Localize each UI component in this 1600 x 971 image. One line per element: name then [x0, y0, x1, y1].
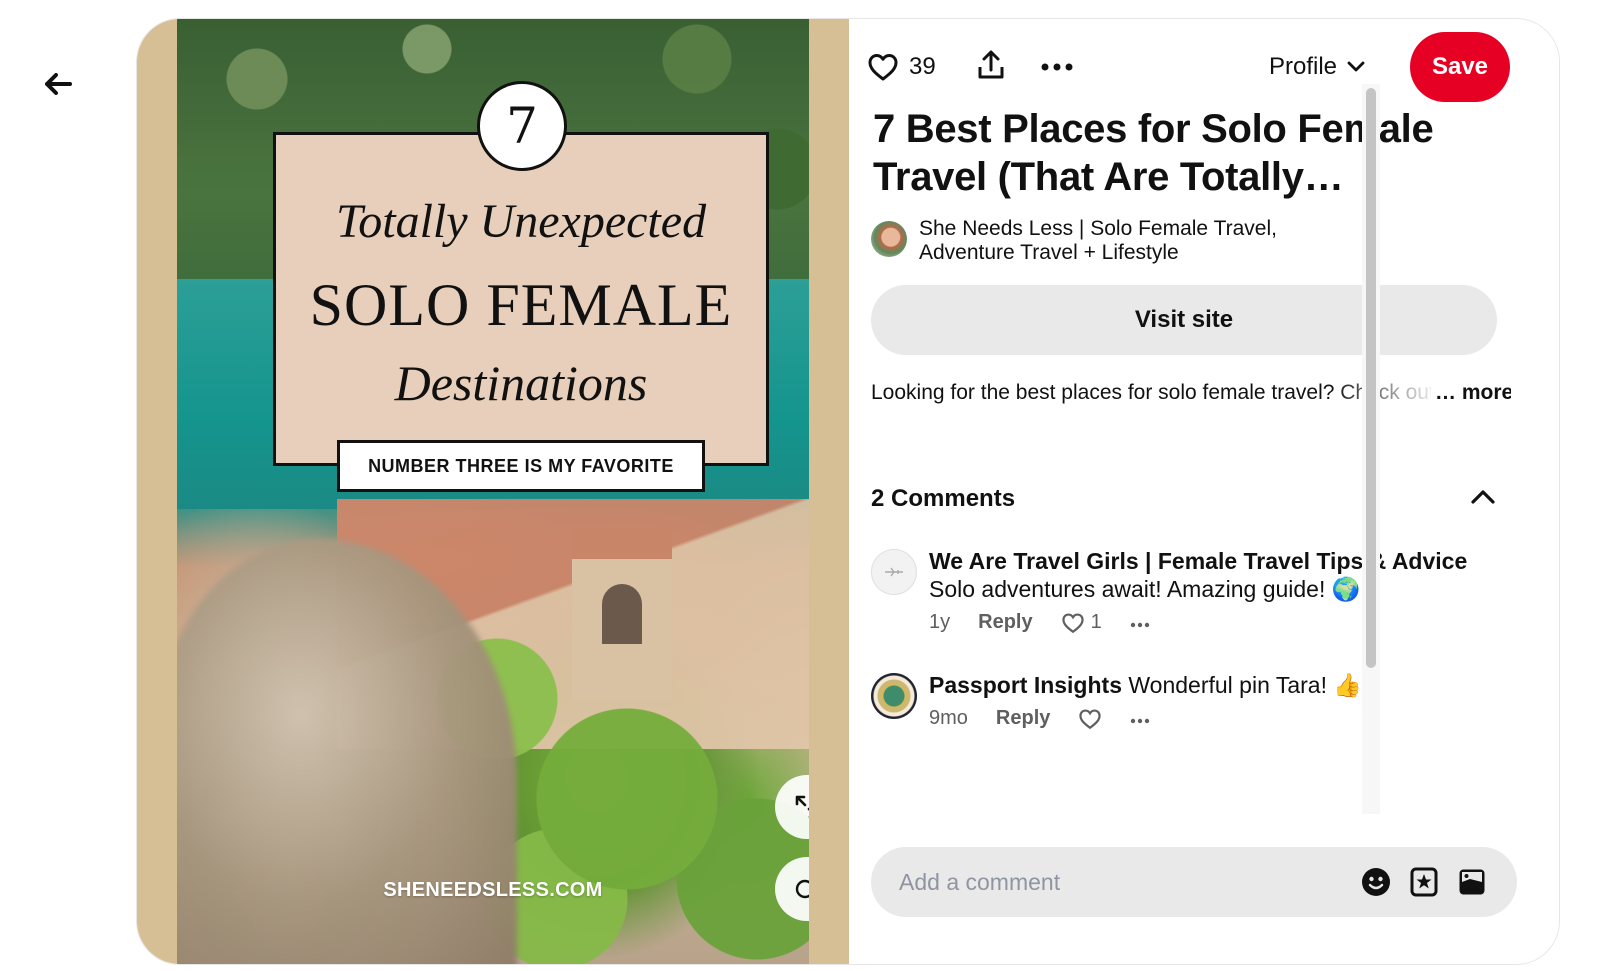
board-profile-dropdown[interactable]: Profile — [1269, 49, 1365, 85]
pin-graphic-line2: SOLO FEMALE — [309, 272, 733, 338]
share-upload-icon — [978, 50, 1004, 79]
heart-outline-icon — [868, 54, 898, 81]
chevron-down-icon — [1347, 61, 1365, 72]
image-button[interactable] — [1455, 865, 1489, 899]
comment-input[interactable] — [899, 868, 1345, 896]
sticker-button[interactable] — [1407, 865, 1441, 899]
details-scroll-area: 7 Best Places for Solo Female Travel (Th… — [849, 99, 1529, 849]
share-button[interactable] — [973, 47, 1009, 83]
reply-button[interactable]: Reply — [978, 611, 1032, 634]
description-more-link[interactable]: … more — [1435, 381, 1511, 404]
commenter-avatar[interactable] — [871, 673, 917, 719]
comment-item: Passport Insights Wonderful pin Tara! 👍 … — [871, 671, 1489, 730]
comment-more-button[interactable] — [1130, 707, 1150, 730]
pin-title: 7 Best Places for Solo Female Travel (Th… — [873, 107, 1434, 199]
like-count: 39 — [909, 53, 936, 80]
visit-site-button[interactable]: Visit site — [871, 285, 1497, 355]
expand-arrows-icon — [795, 795, 809, 818]
arrow-left-icon — [45, 73, 72, 95]
comment-text: Solo adventures await! Amazing guide! 🌍 — [929, 576, 1361, 602]
more-options-button[interactable] — [1039, 49, 1075, 85]
pin-closeup-card: 7 Totally Unexpected SOLO FEMALE Destina… — [136, 18, 1560, 965]
heart-outline-icon — [1061, 612, 1084, 633]
pin-graphic-ribbon: NUMBER THREE IS MY FAVORITE — [337, 440, 705, 492]
airplane-logo-icon — [885, 567, 903, 577]
creator-name[interactable]: She Needs Less | Solo Female Travel, Adv… — [919, 217, 1339, 265]
comment-text: Wonderful pin Tara! 👍 — [1128, 672, 1363, 698]
creator-avatar[interactable] — [871, 221, 907, 257]
description-text: Looking for the best places for solo fem… — [871, 381, 1431, 404]
reply-button[interactable]: Reply — [996, 707, 1050, 730]
profile-dropdown-label: Profile — [1269, 53, 1338, 80]
pin-details-panel: 39 Profile Save 7 Best Places for Solo F… — [849, 19, 1559, 964]
pin-image[interactable]: 7 Totally Unexpected SOLO FEMALE Destina… — [177, 19, 809, 964]
back-button[interactable] — [36, 62, 80, 106]
comment-age: 9mo — [929, 707, 968, 729]
pin-media-panel: 7 Totally Unexpected SOLO FEMALE Destina… — [137, 19, 849, 964]
comment-item: We Are Travel Girls | Female Travel Tips… — [871, 547, 1489, 634]
ellipsis-icon — [1041, 63, 1073, 71]
comment-age: 1y — [929, 611, 951, 633]
comment-more-button[interactable] — [1130, 611, 1150, 634]
details-scrollbar-thumb[interactable] — [1366, 88, 1376, 668]
comment-author[interactable]: Passport Insights — [929, 672, 1122, 698]
emoji-smile-icon — [1362, 868, 1390, 896]
collapse-comments-button[interactable] — [1467, 481, 1499, 513]
heart-outline-icon — [1079, 708, 1102, 729]
like-button[interactable] — [865, 49, 901, 85]
commenter-avatar[interactable] — [871, 549, 917, 595]
save-button[interactable]: Save — [1410, 32, 1510, 102]
comment-like-button[interactable]: 1 — [1061, 611, 1102, 634]
comment-like-button[interactable] — [1078, 708, 1102, 730]
sticker-star-icon — [1410, 867, 1438, 897]
ellipsis-icon — [1130, 622, 1149, 628]
comment-like-count: 1 — [1090, 611, 1102, 633]
pin-watermark: SHENEEDSLESS.COM — [383, 879, 603, 901]
image-upload-icon — [1459, 869, 1485, 895]
pin-graphic-number: 7 — [477, 81, 567, 171]
comments-heading: 2 Comments — [871, 485, 1016, 512]
comment-author[interactable]: We Are Travel Girls | Female Travel Tips… — [929, 548, 1467, 574]
pin-graphic-line1: Totally Unexpected — [335, 195, 707, 248]
chevron-up-icon — [1471, 490, 1495, 504]
pin-graphic-line3: Destinations — [394, 355, 648, 411]
pin-creator[interactable]: She Needs Less | Solo Female Travel, Adv… — [871, 217, 1339, 265]
ellipsis-icon — [1131, 718, 1150, 724]
pin-description: Looking for the best places for solo fem… — [871, 379, 1511, 407]
visual-search-lens-icon — [795, 879, 809, 899]
emoji-button[interactable] — [1359, 865, 1393, 899]
add-comment-bar — [871, 847, 1517, 917]
